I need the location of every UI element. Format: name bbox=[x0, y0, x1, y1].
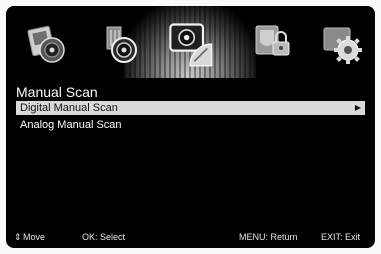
hint-exit: EXIT: Exit bbox=[321, 232, 361, 242]
menu-item-analog-manual-scan[interactable]: Analog Manual Scan bbox=[16, 118, 365, 132]
hint-move: Move bbox=[23, 232, 46, 242]
menu-item-label: Analog Manual Scan bbox=[20, 119, 122, 131]
menu-icon-bar bbox=[6, 6, 375, 78]
menu-item-label: Digital Manual Scan bbox=[20, 102, 118, 114]
osd-window: Manual Scan Digital Manual Scan ▶ Analog… bbox=[6, 6, 375, 248]
lock-icon[interactable] bbox=[250, 20, 296, 66]
submenu-arrow-icon: ▶ bbox=[354, 103, 361, 112]
channel-icon[interactable] bbox=[166, 18, 216, 68]
key-hint-bar: ⇕ Move OK: Select MENU: Return EXIT: Exi… bbox=[6, 232, 375, 246]
hint-return: MENU: Return bbox=[239, 232, 298, 242]
page-title: Manual Scan bbox=[16, 84, 98, 100]
sound-icon[interactable] bbox=[98, 20, 144, 66]
hint-select: OK: Select bbox=[82, 232, 126, 242]
menu-item-digital-manual-scan[interactable]: Digital Manual Scan ▶ bbox=[16, 101, 365, 115]
picture-icon[interactable] bbox=[24, 20, 70, 66]
updown-arrows-icon: ⇕ bbox=[14, 232, 22, 242]
setup-icon[interactable] bbox=[318, 20, 364, 66]
